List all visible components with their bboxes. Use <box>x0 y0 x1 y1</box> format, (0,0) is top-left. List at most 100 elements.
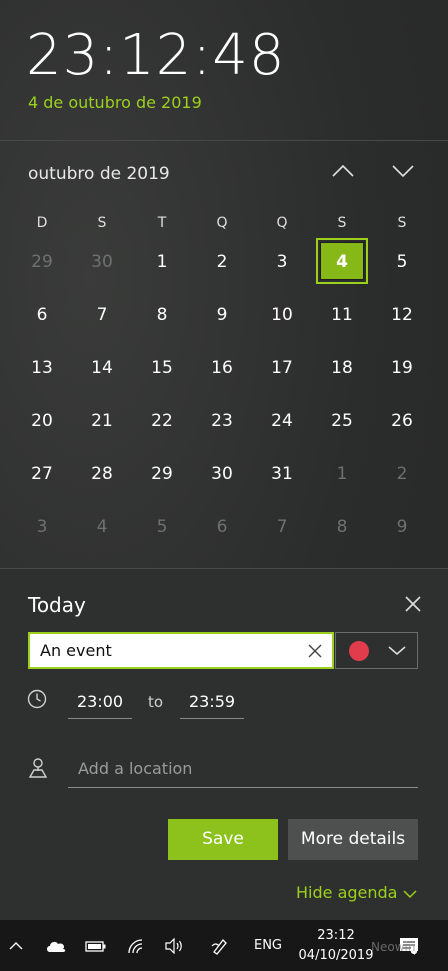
event-color-swatch <box>349 641 369 661</box>
taskbar-time: 23:12 <box>317 928 355 943</box>
agenda-panel: Today An event 23:00 to 23:59 Add a loca… <box>0 568 448 921</box>
calendar-day[interactable]: 10 <box>252 289 312 342</box>
calendar-day[interactable]: 17 <box>252 342 312 395</box>
calendar-day[interactable]: 20 <box>12 395 72 448</box>
chevron-down-icon <box>403 889 417 898</box>
calendar-day[interactable]: 28 <box>72 448 132 501</box>
calendar-day[interactable]: 7 <box>252 501 312 554</box>
calendar-day[interactable]: 29 <box>12 236 72 289</box>
calendar-week-row: 13 14 15 16 17 18 19 <box>12 342 432 395</box>
chevron-down-icon <box>392 165 414 178</box>
chevron-down-icon <box>388 646 406 655</box>
calendar-day[interactable]: 6 <box>12 289 72 342</box>
event-color-dropdown[interactable] <box>335 632 418 669</box>
close-button[interactable] <box>398 589 428 619</box>
calendar-day[interactable]: 21 <box>72 395 132 448</box>
pen-workspace-icon[interactable] <box>206 920 234 971</box>
calendar-day[interactable]: 29 <box>132 448 192 501</box>
clock-date-link[interactable]: 4 de outubro de 2019 <box>28 93 202 112</box>
event-name-input[interactable]: An event <box>28 632 334 669</box>
calendar-day[interactable]: 31 <box>252 448 312 501</box>
calendar-day[interactable]: 26 <box>372 395 432 448</box>
previous-month-button[interactable] <box>323 156 363 192</box>
calendar-day[interactable]: 3 <box>12 501 72 554</box>
calendar-day[interactable]: 23 <box>192 395 252 448</box>
agenda-title: Today <box>28 593 86 617</box>
event-name-value: An event <box>40 641 112 660</box>
speaker-icon <box>165 937 182 954</box>
calendar-day[interactable]: 22 <box>132 395 192 448</box>
calendar-day[interactable]: 1 <box>312 448 372 501</box>
taskbar-clock[interactable]: 23:12 04/10/2019 <box>292 926 380 966</box>
next-month-button[interactable] <box>383 156 423 192</box>
calendar-day[interactable]: 30 <box>192 448 252 501</box>
clock-header: 23:12:48 4 de outubro de 2019 <box>0 0 448 141</box>
calendar-day[interactable]: 4 <box>72 501 132 554</box>
more-details-button[interactable]: More details <box>288 819 418 860</box>
calendar-day[interactable]: 16 <box>192 342 252 395</box>
calendar-day[interactable]: 1 <box>132 236 192 289</box>
calendar-week-row: 29 30 1 2 3 4 5 <box>12 236 432 289</box>
calendar-day[interactable]: 15 <box>132 342 192 395</box>
calendar-week-row: 3 4 5 6 7 8 9 <box>12 501 432 554</box>
show-hidden-icons-button[interactable] <box>4 920 28 971</box>
calendar-week-row: 20 21 22 23 24 25 26 <box>12 395 432 448</box>
calendar-day[interactable]: 14 <box>72 342 132 395</box>
month-label[interactable]: outubro de 2019 <box>28 164 170 184</box>
hide-agenda-label: Hide agenda <box>296 883 398 902</box>
calendar-day[interactable]: 24 <box>252 395 312 448</box>
clear-input-button[interactable] <box>306 642 324 660</box>
weekday-label: D <box>36 215 48 231</box>
weekday-label: S <box>97 215 107 231</box>
close-icon <box>405 596 421 612</box>
calendar-day[interactable]: 13 <box>12 342 72 395</box>
calendar-flyout: 23:12:48 4 de outubro de 2019 outubro de… <box>0 0 448 921</box>
end-time-picker[interactable]: 23:59 <box>180 685 244 719</box>
watermark: Neowin <box>371 940 416 954</box>
onedrive-icon[interactable] <box>42 920 70 971</box>
calendar-grid: D S T Q Q S S 29 30 1 2 3 4 5 6 7 8 9 10… <box>12 210 432 554</box>
calendar-day[interactable]: 25 <box>312 395 372 448</box>
weekday-label: S <box>337 215 347 231</box>
clock-time: 23:12:48 <box>26 23 286 88</box>
location-input[interactable]: Add a location <box>68 753 418 788</box>
chevron-up-icon <box>9 941 23 949</box>
calendar-day[interactable]: 9 <box>192 289 252 342</box>
battery-icon[interactable] <box>82 920 110 971</box>
weekday-label: T <box>157 215 167 231</box>
today-number: 4 <box>336 252 348 272</box>
calendar-day[interactable]: 9 <box>372 501 432 554</box>
calendar-day-today[interactable]: 4 <box>312 236 372 289</box>
calendar-week-row: 6 7 8 9 10 11 12 <box>12 289 432 342</box>
calendar-day[interactable]: 11 <box>312 289 372 342</box>
input-language-button[interactable]: ENG <box>248 920 288 971</box>
volume-icon[interactable] <box>160 920 188 971</box>
taskbar-date: 04/10/2019 <box>298 948 374 963</box>
calendar-day[interactable]: 8 <box>132 289 192 342</box>
weekday-header-row: D S T Q Q S S <box>12 210 432 236</box>
start-time-picker[interactable]: 23:00 <box>68 685 132 719</box>
battery-icon <box>85 940 106 952</box>
save-button[interactable]: Save <box>168 819 278 860</box>
wifi-icon <box>128 938 143 953</box>
time-to-label: to <box>148 693 164 711</box>
calendar-day[interactable]: 5 <box>372 236 432 289</box>
calendar-day[interactable]: 7 <box>72 289 132 342</box>
calendar-day[interactable]: 6 <box>192 501 252 554</box>
network-icon[interactable] <box>122 920 150 971</box>
weekday-label: S <box>397 215 407 231</box>
calendar-day[interactable]: 5 <box>132 501 192 554</box>
calendar-day[interactable]: 2 <box>372 448 432 501</box>
calendar-day[interactable]: 2 <box>192 236 252 289</box>
calendar-day[interactable]: 8 <box>312 501 372 554</box>
calendar-day[interactable]: 3 <box>252 236 312 289</box>
location-icon <box>28 758 48 778</box>
calendar-day[interactable]: 27 <box>12 448 72 501</box>
calendar-day[interactable]: 18 <box>312 342 372 395</box>
chevron-up-icon <box>332 164 354 177</box>
calendar-day[interactable]: 30 <box>72 236 132 289</box>
calendar-day[interactable]: 19 <box>372 342 432 395</box>
weekday-label: Q <box>216 215 228 231</box>
hide-agenda-link[interactable]: Hide agenda <box>296 883 417 902</box>
calendar-day[interactable]: 12 <box>372 289 432 342</box>
